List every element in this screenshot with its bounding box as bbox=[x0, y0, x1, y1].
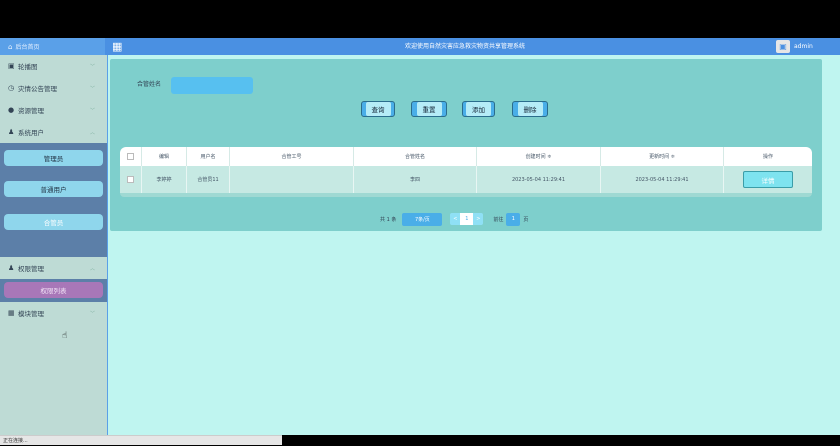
window-topbar bbox=[0, 0, 840, 38]
chevron-up-icon: ︿ bbox=[89, 129, 95, 136]
user-icon: ♟ bbox=[8, 264, 15, 272]
sidebar-item-system-users[interactable]: ♟ 系统用户 ︿ bbox=[0, 121, 107, 143]
query-button-label: 查询 bbox=[365, 102, 391, 116]
sidebar-item-label: 系统用户 bbox=[18, 129, 44, 137]
avatar[interactable]: ▣ bbox=[776, 40, 790, 53]
prev-page-button[interactable]: < bbox=[450, 213, 461, 225]
page-size-select[interactable]: 7条/页 bbox=[402, 212, 443, 226]
image-icon: ▣ bbox=[8, 62, 15, 70]
action-cell: 详情 bbox=[724, 166, 812, 193]
column-header: 编辑 bbox=[142, 147, 187, 166]
column-header: 合管姓名 bbox=[354, 147, 477, 166]
row-checkbox[interactable] bbox=[127, 176, 134, 183]
sidebar-item-label: 权限管理 bbox=[18, 265, 44, 273]
next-page-button[interactable]: > bbox=[473, 213, 484, 225]
chevron-up-icon: ︿ bbox=[89, 265, 95, 272]
add-button[interactable]: 添加 bbox=[462, 101, 495, 117]
select-all-cell[interactable] bbox=[120, 147, 142, 166]
table-cell: 李婷婷 bbox=[142, 166, 187, 193]
table-cell: 李四 bbox=[354, 166, 477, 193]
page-title: 欢迎使用自然灾害应急救灾物资共享管理系统 bbox=[404, 43, 525, 50]
home-link[interactable]: ⌂ 后台首页 bbox=[0, 38, 105, 55]
table-cell: 合管员11 bbox=[187, 166, 230, 193]
sidebar-item-label: 轮播图 bbox=[18, 63, 38, 71]
table-row: 李婷婷 合管员11 李四 2023-05-04 11:29:41 2023-05… bbox=[120, 166, 812, 193]
submenu-permissions: 权限列表 bbox=[0, 279, 107, 302]
chevron-down-icon: ﹀ bbox=[89, 85, 95, 92]
column-header-sortable[interactable]: 更新时间 ≑ bbox=[601, 147, 724, 166]
sidebar-item-carousel[interactable]: ▣ 轮播图 ﹀ bbox=[0, 55, 107, 77]
table-cell: 2023-05-04 11:29:41 bbox=[477, 166, 601, 193]
home-label: 后台首页 bbox=[15, 44, 40, 51]
main-content: 合管姓名 查询 重置 添加 删除 编辑 用户名 合管工号 合管姓名 创建时间 ≑… bbox=[108, 55, 840, 435]
chevron-down-icon: ﹀ bbox=[89, 63, 95, 70]
data-table: 编辑 用户名 合管工号 合管姓名 创建时间 ≑ 更新时间 ≑ 操作 李婷婷 合管… bbox=[120, 147, 812, 197]
sidebar-item-resources[interactable]: ● 资源管理 ﹀ bbox=[0, 99, 107, 121]
table-footer bbox=[120, 193, 812, 197]
search-label: 合管姓名 bbox=[137, 81, 162, 88]
query-button[interactable]: 查询 bbox=[361, 101, 395, 117]
chevron-down-icon: ﹀ bbox=[89, 310, 95, 317]
column-header: 操作 bbox=[762, 154, 773, 160]
pagination: 共 1 条 7条/页 < 1 > 前往 1 页 bbox=[380, 212, 528, 226]
table-cell bbox=[230, 166, 354, 193]
reset-button[interactable]: 重置 bbox=[411, 101, 447, 117]
column-header: 用户名 bbox=[187, 147, 230, 166]
submenu-system-users: 管理员 普通用户 合管员 bbox=[0, 143, 107, 257]
user-icon: ♟ bbox=[8, 128, 15, 136]
menu-toggle-icon[interactable]: ▦ bbox=[112, 41, 122, 52]
goto-page-input[interactable]: 1 bbox=[506, 212, 521, 226]
column-header-sortable[interactable]: 创建时间 ≑ bbox=[477, 147, 601, 166]
username[interactable]: admin bbox=[794, 38, 813, 55]
hand-cursor-icon: ☝ bbox=[62, 331, 68, 341]
sidebar-item-label: 资源管理 bbox=[18, 107, 44, 115]
detail-button[interactable]: 详情 bbox=[743, 171, 793, 188]
browser-status-bar: 正在连接... bbox=[0, 435, 282, 445]
chevron-down-icon: ﹀ bbox=[89, 107, 95, 114]
sidebar-item-label: 灾情公告管理 bbox=[18, 85, 57, 93]
goto-label: 前往 bbox=[493, 216, 504, 223]
sidebar-item-label: 模块管理 bbox=[18, 310, 44, 318]
total-count: 共 1 条 bbox=[380, 216, 397, 223]
grid-icon: ▦ bbox=[8, 309, 15, 317]
pin-icon: ● bbox=[8, 106, 15, 114]
sidebar-sub-admin[interactable]: 管理员 bbox=[4, 150, 103, 166]
add-button-label: 添加 bbox=[466, 102, 491, 116]
sidebar-item-modules[interactable]: ▦ 模块管理 ﹀ bbox=[0, 302, 107, 324]
app-header: ⌂ 后台首页 ▦ 欢迎使用自然灾害应急救灾物资共享管理系统 ▣ admin bbox=[0, 38, 840, 55]
page-number[interactable]: 1 bbox=[460, 213, 474, 225]
sidebar-sub-co-manager[interactable]: 合管员 bbox=[4, 214, 103, 230]
table-header-row: 编辑 用户名 合管工号 合管姓名 创建时间 ≑ 更新时间 ≑ 操作 bbox=[120, 147, 812, 166]
reset-button-label: 重置 bbox=[416, 102, 442, 116]
column-header: 合管工号 bbox=[230, 147, 354, 166]
sidebar-item-permissions[interactable]: ♟ 权限管理 ︿ bbox=[0, 257, 107, 279]
delete-button-label: 删除 bbox=[517, 102, 543, 116]
table-cell: 2023-05-04 11:29:41 bbox=[601, 166, 724, 193]
search-input[interactable] bbox=[171, 77, 253, 94]
content-panel: 合管姓名 查询 重置 添加 删除 编辑 用户名 合管工号 合管姓名 创建时间 ≑… bbox=[110, 59, 822, 231]
home-icon: ⌂ bbox=[8, 42, 13, 51]
clock-icon: ◷ bbox=[8, 84, 15, 92]
sidebar-item-disaster-notice[interactable]: ◷ 灾情公告管理 ﹀ bbox=[0, 77, 107, 99]
sidebar: ▣ 轮播图 ﹀ ◷ 灾情公告管理 ﹀ ● 资源管理 ﹀ ♟ 系统用户 ︿ 管理员… bbox=[0, 55, 108, 435]
status-bar-background bbox=[282, 435, 840, 445]
row-select-cell[interactable] bbox=[120, 166, 142, 193]
sidebar-sub-normal-user[interactable]: 普通用户 bbox=[4, 181, 103, 197]
sidebar-sub-permission-list[interactable]: 权限列表 bbox=[4, 282, 103, 298]
delete-button[interactable]: 删除 bbox=[512, 101, 548, 117]
select-all-checkbox[interactable] bbox=[127, 153, 134, 160]
page-unit-label: 页 bbox=[523, 216, 529, 223]
